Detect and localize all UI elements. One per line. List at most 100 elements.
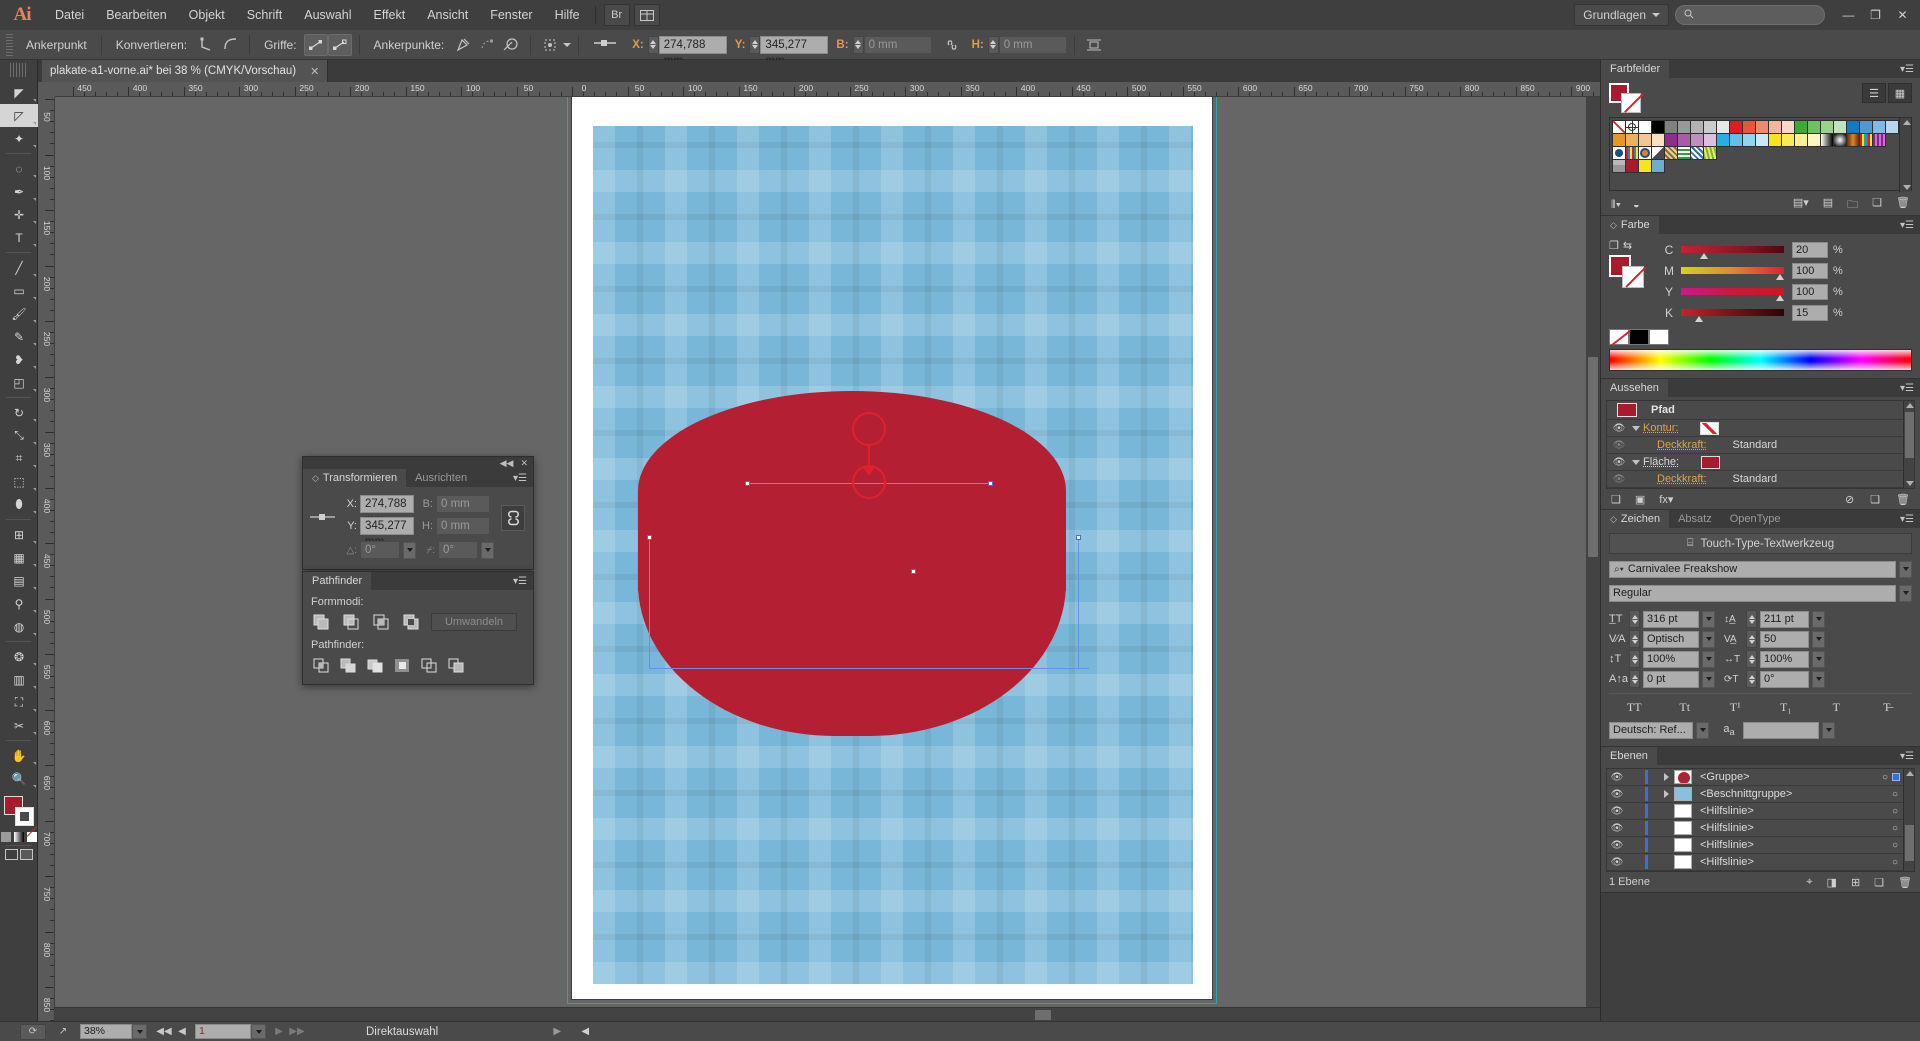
- character-rotation-stepper[interactable]: [1746, 670, 1757, 688]
- add-new-fill-icon[interactable]: ▣: [1635, 493, 1645, 506]
- line-segment-tool[interactable]: ╱: [0, 256, 38, 279]
- swatch[interactable]: [1807, 133, 1821, 147]
- folder-icon[interactable]: 🗀: [1847, 196, 1858, 215]
- vertical-scale-stepper[interactable]: [1629, 650, 1640, 668]
- delete-layer-icon[interactable]: 🗑: [1898, 876, 1912, 889]
- layer-row[interactable]: 👁 <Gruppe> ○: [1607, 769, 1914, 786]
- plaid-background-artwork[interactable]: [593, 126, 1193, 984]
- cmyk-track-k[interactable]: [1681, 309, 1784, 322]
- swatch[interactable]: [1742, 120, 1756, 134]
- rotate-input[interactable]: 0°: [360, 541, 400, 559]
- document-tab[interactable]: plakate-a1-vorne.ai* bei 38 % (CMYK/Vors…: [42, 60, 329, 82]
- connect-anchors-icon[interactable]: [475, 34, 499, 56]
- eraser-tool[interactable]: ◰: [0, 371, 38, 394]
- canvas-area[interactable]: [55, 97, 1600, 1021]
- status-menu-arrow-icon[interactable]: ▶: [548, 1024, 566, 1040]
- width-input[interactable]: 0 mm: [863, 35, 932, 54]
- mesh-tool[interactable]: ▦: [0, 546, 38, 569]
- appearance-scrollbar[interactable]: [1903, 401, 1914, 488]
- pathfinder-outline-icon[interactable]: [419, 656, 439, 674]
- appearance-object-row[interactable]: Pfad: [1607, 401, 1914, 420]
- anchor-handle-right[interactable]: [988, 481, 993, 486]
- control-bar-grip[interactable]: [6, 33, 13, 56]
- scroll-down-icon[interactable]: [1903, 185, 1911, 190]
- swatch[interactable]: [1846, 133, 1860, 147]
- appearance-swatch[interactable]: [1700, 421, 1720, 435]
- tracking-dropdown[interactable]: [1812, 630, 1825, 648]
- zoom-dropdown[interactable]: [132, 1024, 147, 1039]
- layer-target-icon[interactable]: ○: [1892, 840, 1898, 851]
- blend-tool[interactable]: ◍: [0, 615, 38, 638]
- convert-to-smooth-icon[interactable]: [218, 34, 242, 56]
- new-swatch-icon[interactable]: ❏: [1872, 196, 1882, 215]
- layer-visibility-icon[interactable]: 👁: [1607, 840, 1627, 851]
- character-rotation-input[interactable]: 0°: [1760, 670, 1809, 688]
- style-button-underline[interactable]: T: [1811, 700, 1862, 715]
- panel-menu-icon[interactable]: ▾☰: [513, 469, 533, 487]
- convert-to-corner-icon[interactable]: [194, 34, 218, 56]
- language-dropdown[interactable]: [1696, 721, 1709, 739]
- ruler-corner[interactable]: [38, 82, 55, 97]
- swatch[interactable]: [1859, 120, 1873, 134]
- close-icon[interactable]: ✕: [520, 458, 528, 469]
- tab-zeichen[interactable]: ◇ Zeichen: [1601, 510, 1670, 528]
- y-input[interactable]: 345,277 mm: [760, 35, 829, 67]
- style-button-superscript[interactable]: T¹: [1710, 700, 1761, 715]
- layer-row[interactable]: 👁 <Hilfslinie> ○: [1607, 803, 1914, 820]
- swatch[interactable]: [1820, 133, 1834, 147]
- swatch[interactable]: [1612, 133, 1626, 147]
- style-button-small-caps[interactable]: Tt: [1660, 700, 1711, 715]
- font-style-input[interactable]: Regular: [1609, 584, 1896, 602]
- transform-height-input[interactable]: 0 mm: [436, 517, 490, 535]
- layer-row[interactable]: 👁 <Hilfslinie> ○: [1607, 820, 1914, 837]
- zoom-tool[interactable]: 🔍: [0, 767, 38, 790]
- search-input[interactable]: [1675, 5, 1825, 25]
- swatch[interactable]: [1768, 120, 1782, 134]
- kerning-input[interactable]: Optisch: [1643, 630, 1699, 648]
- swatch[interactable]: [1885, 120, 1899, 134]
- workspace-switcher[interactable]: Grundlagen: [1574, 4, 1669, 26]
- screen-mode-normal-icon[interactable]: [4, 849, 18, 860]
- horizontal-scale-dropdown[interactable]: [1812, 650, 1825, 668]
- layer-visibility-icon[interactable]: 👁: [1607, 772, 1627, 783]
- tab-absatz[interactable]: Absatz: [1669, 510, 1721, 528]
- none-button[interactable]: [26, 826, 37, 842]
- horizontal-ruler[interactable]: 450 400 350 300 250 200 150 100 50 0 50 100 150 200 25…: [55, 82, 1600, 97]
- swatch-libraries-icon[interactable]: ⫴▾: [1611, 199, 1621, 212]
- selection-tool[interactable]: ◤: [0, 81, 38, 104]
- cut-path-icon[interactable]: [499, 34, 523, 56]
- font-family-dropdown[interactable]: [1899, 560, 1912, 578]
- pen-tool[interactable]: ✒: [0, 180, 38, 203]
- scroll-left-icon[interactable]: ◀: [576, 1024, 594, 1040]
- panel-menu-icon[interactable]: ▾☰: [1900, 510, 1920, 528]
- scroll-thumb[interactable]: [1905, 412, 1914, 458]
- layers-scrollbar[interactable]: [1903, 769, 1914, 871]
- horizontal-scale-input[interactable]: 100%: [1760, 650, 1809, 668]
- tab-aussehen[interactable]: Aussehen: [1601, 379, 1668, 397]
- panel-menu-icon[interactable]: ▾☰: [1900, 216, 1920, 234]
- appearance-row-label[interactable]: Kontur:: [1643, 422, 1678, 434]
- character-rotation-dropdown[interactable]: [1812, 670, 1825, 688]
- color-spectrum-bar[interactable]: [1609, 349, 1912, 371]
- create-new-layer-icon[interactable]: ❏: [1874, 876, 1884, 889]
- gradient-button[interactable]: [13, 832, 24, 842]
- vertical-scale-dropdown[interactable]: [1702, 650, 1715, 668]
- artboard-first-icon[interactable]: ◀◀: [155, 1024, 173, 1040]
- disclosure-triangle[interactable]: [1629, 459, 1643, 465]
- x-stepper[interactable]: [647, 35, 659, 54]
- swatch[interactable]: [1781, 120, 1795, 134]
- swatch[interactable]: [1703, 146, 1717, 160]
- align-to-icon[interactable]: [538, 34, 562, 56]
- appearance-row-label[interactable]: Deckkraft:: [1657, 439, 1707, 451]
- menu-bearbeiten[interactable]: Bearbeiten: [95, 0, 177, 30]
- cmyk-track-m[interactable]: [1681, 267, 1784, 280]
- layer-target-icon[interactable]: ○: [1892, 806, 1898, 817]
- preview-toggle-icon[interactable]: ⟳: [20, 1023, 46, 1040]
- collapse-icon[interactable]: ◀◀: [500, 458, 514, 469]
- scroll-thumb[interactable]: [1035, 1010, 1051, 1020]
- swatch[interactable]: [1820, 120, 1834, 134]
- white-swatch[interactable]: [1649, 329, 1669, 345]
- visibility-eye-icon[interactable]: 👁: [1609, 457, 1629, 468]
- swatch-options-icon[interactable]: ▤▾: [1793, 196, 1809, 215]
- artboard-last-icon[interactable]: ▶▶: [288, 1024, 306, 1040]
